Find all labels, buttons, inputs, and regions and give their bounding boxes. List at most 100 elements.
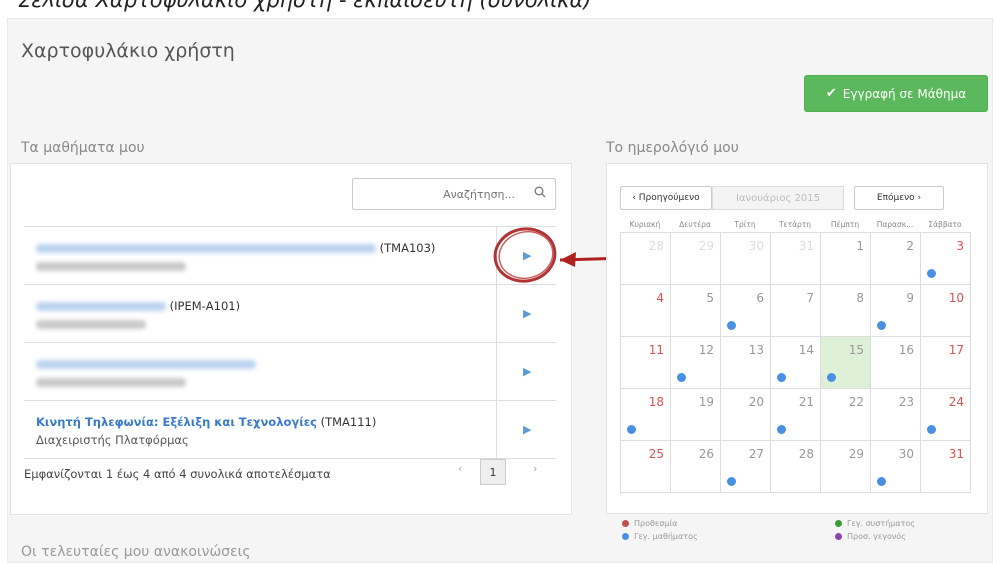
- event-dot[interactable]: [727, 477, 736, 486]
- calendar-day[interactable]: 17: [921, 337, 971, 389]
- calendar-day[interactable]: 6: [721, 285, 771, 337]
- pager-next[interactable]: ›: [533, 462, 537, 475]
- calendar-day[interactable]: 8: [821, 285, 871, 337]
- courses-table: (ΤΜΑ103) ▶ (ΙΡΕΜ-Α101) ▶ ▶ Κινητή Τηλεφω…: [24, 226, 556, 459]
- event-dot[interactable]: [727, 321, 736, 330]
- calendar-month: Ιανουάριος 2015: [712, 186, 844, 210]
- calendar-day[interactable]: 7: [771, 285, 821, 337]
- day-number: 14: [798, 343, 814, 357]
- check-icon: ✔: [825, 86, 837, 101]
- day-number: 24: [948, 395, 964, 409]
- weekday-label: Παρασκ...: [876, 220, 914, 229]
- register-course-label: Εγγραφή σε Μάθημα: [842, 86, 967, 101]
- weekday-label: Δευτέρα: [679, 220, 711, 229]
- calendar-next-button[interactable]: Επόμενο ›: [854, 186, 944, 210]
- calendar-day[interactable]: 2: [871, 233, 921, 285]
- day-number: 17: [948, 343, 964, 357]
- calendar-day[interactable]: 11: [621, 337, 671, 389]
- pager-page-1[interactable]: 1: [480, 459, 506, 485]
- calendar-day[interactable]: 30: [871, 441, 921, 493]
- blurred-course-owner: [36, 320, 146, 329]
- calendar-day[interactable]: 15: [821, 337, 871, 389]
- register-course-button[interactable]: ✔ Εγγραφή σε Μάθημα: [804, 75, 988, 112]
- legend-label: Προσ. γεγονός: [847, 532, 906, 541]
- calendar-day[interactable]: 19: [671, 389, 721, 441]
- enter-course-icon[interactable]: ▶: [523, 423, 531, 436]
- legend-label: Προθεσμία: [634, 519, 678, 528]
- pager-prev[interactable]: ‹: [458, 462, 462, 475]
- calendar-prev-button[interactable]: ‹ Προηγούμενο: [620, 186, 712, 210]
- table-row: (ΤΜΑ103) ▶: [24, 227, 556, 285]
- calendar-day[interactable]: 5: [671, 285, 721, 337]
- legend-item: Προσ. γεγονός: [835, 532, 906, 541]
- event-dot[interactable]: [927, 425, 936, 434]
- event-dot[interactable]: [627, 425, 636, 434]
- calendar-day[interactable]: 4: [621, 285, 671, 337]
- calendar-day[interactable]: 31: [921, 441, 971, 493]
- calendar-day[interactable]: 22: [821, 389, 871, 441]
- calendar-day[interactable]: 3: [921, 233, 971, 285]
- day-number: 31: [798, 239, 814, 253]
- day-number: 11: [648, 343, 664, 357]
- search-icon[interactable]: [525, 186, 555, 202]
- enter-course-icon[interactable]: ▶: [523, 307, 531, 320]
- day-number: 30: [898, 447, 914, 461]
- legend-dot-icon: [622, 520, 629, 527]
- calendar-day[interactable]: 14: [771, 337, 821, 389]
- calendar-day[interactable]: 9: [871, 285, 921, 337]
- event-dot[interactable]: [677, 373, 686, 382]
- calendar-day[interactable]: 1: [821, 233, 871, 285]
- calendar-day[interactable]: 20: [721, 389, 771, 441]
- blurred-course-owner: [36, 262, 186, 271]
- day-number: 30: [748, 239, 764, 253]
- calendar-day[interactable]: 21: [771, 389, 821, 441]
- calendar-day[interactable]: 23: [871, 389, 921, 441]
- table-row: ▶: [24, 343, 556, 401]
- event-dot[interactable]: [877, 321, 886, 330]
- calendar-day[interactable]: 31: [771, 233, 821, 285]
- day-number: 28: [798, 447, 814, 461]
- event-dot[interactable]: [927, 269, 936, 278]
- calendar-day[interactable]: 12: [671, 337, 721, 389]
- enter-course-icon[interactable]: ▶: [523, 365, 531, 378]
- event-dot[interactable]: [827, 373, 836, 382]
- calendar-day[interactable]: 18: [621, 389, 671, 441]
- blurred-course-name: [36, 360, 256, 369]
- course-search-input[interactable]: [353, 179, 525, 209]
- legend-item: Προθεσμία: [622, 519, 677, 528]
- calendar-day[interactable]: 13: [721, 337, 771, 389]
- weekday-label: Πέμπτη: [830, 220, 860, 229]
- calendar-day[interactable]: 28: [621, 233, 671, 285]
- course-code: (ΤΜΑ103): [379, 241, 436, 255]
- day-number: 16: [898, 343, 914, 357]
- legend-label: Γεγ. μαθήματος: [634, 532, 698, 541]
- day-number: 2: [906, 239, 914, 253]
- day-number: 13: [748, 343, 764, 357]
- event-dot[interactable]: [777, 373, 786, 382]
- day-number: 9: [906, 291, 914, 305]
- course-link[interactable]: Κινητή Τηλεφωνία: Εξέλιξη και Τεχνολογίε…: [36, 415, 317, 429]
- calendar-day[interactable]: 30: [721, 233, 771, 285]
- day-number: 18: [648, 395, 664, 409]
- event-dot[interactable]: [777, 425, 786, 434]
- day-number: 4: [656, 291, 664, 305]
- table-row: Κινητή Τηλεφωνία: Εξέλιξη και Τεχνολογίε…: [24, 401, 556, 459]
- calendar-day[interactable]: 24: [921, 389, 971, 441]
- weekday-label: Σάββατο: [928, 220, 962, 229]
- blurred-course-name: [36, 244, 376, 253]
- calendar-day[interactable]: 29: [821, 441, 871, 493]
- weekday-label: Τετάρτη: [778, 220, 812, 229]
- weekday-label: Τρίτη: [734, 220, 756, 229]
- calendar-day[interactable]: 29: [671, 233, 721, 285]
- calendar-day[interactable]: 28: [771, 441, 821, 493]
- calendar-day[interactable]: 26: [671, 441, 721, 493]
- event-dot[interactable]: [877, 477, 886, 486]
- calendar-day[interactable]: 27: [721, 441, 771, 493]
- day-number: 22: [848, 395, 864, 409]
- calendar-day[interactable]: 10: [921, 285, 971, 337]
- page-title: Χαρτοφυλάκιο χρήστη: [21, 40, 235, 62]
- legend-item: Γεγ. συστήματος: [835, 519, 915, 528]
- day-number: 27: [748, 447, 764, 461]
- calendar-day[interactable]: 25: [621, 441, 671, 493]
- calendar-day[interactable]: 16: [871, 337, 921, 389]
